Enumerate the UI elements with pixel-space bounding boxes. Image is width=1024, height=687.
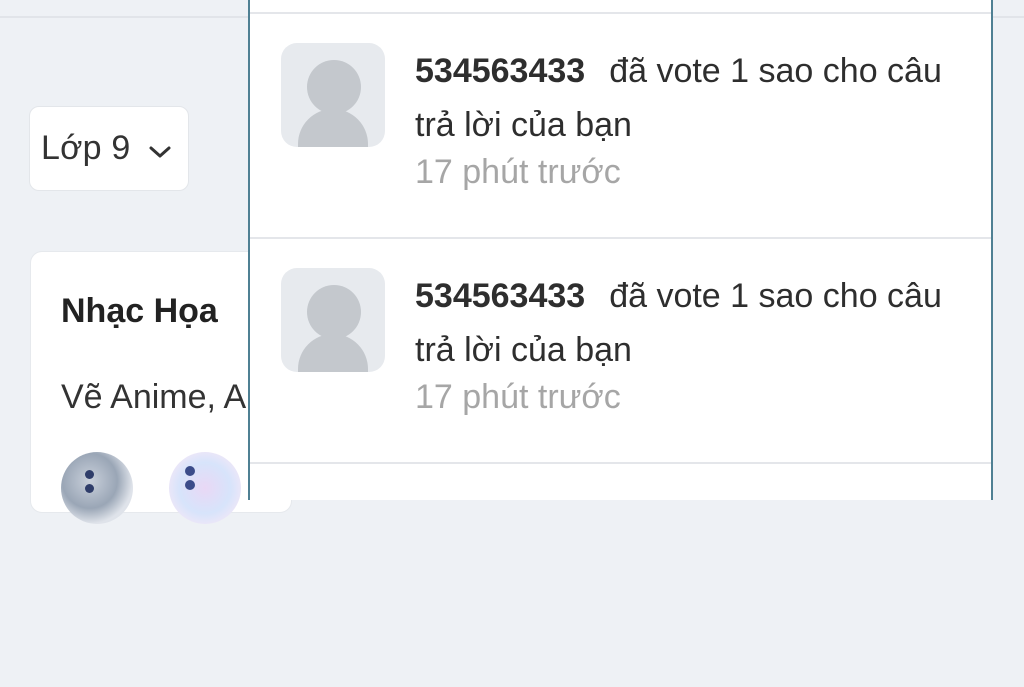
card-subtitle: Vẽ Anime, A [61,378,247,416]
card-title: Nhạc Họa [61,292,218,330]
user-avatar-icon [281,268,385,372]
member-avatar [169,452,241,524]
grade-select[interactable]: Lớp 9 [29,106,189,191]
chevron-down-icon [149,146,171,157]
notification-time: 17 phút trước [415,153,621,191]
notification-text: 534563433 đã vote 1 sao cho câu trả lời c… [415,44,975,152]
user-avatar-icon [281,43,385,147]
notification-item[interactable] [250,462,991,687]
notification-user: 534563433 [415,277,586,315]
notification-user: 534563433 [415,52,586,90]
grade-select-label: Lớp 9 [41,129,131,167]
notification-text: 534563433 đã vote 1 sao cho câu trả lời c… [415,269,975,377]
member-avatar [61,452,133,524]
notification-panel: 534563433 đã vote 1 sao cho câu trả lời c… [248,0,993,500]
notification-time: 17 phút trước [415,378,621,416]
notification-item[interactable]: 534563433 đã vote 1 sao cho câu trả lời c… [250,237,991,462]
notification-item[interactable]: 534563433 đã vote 1 sao cho câu trả lời c… [250,12,991,237]
